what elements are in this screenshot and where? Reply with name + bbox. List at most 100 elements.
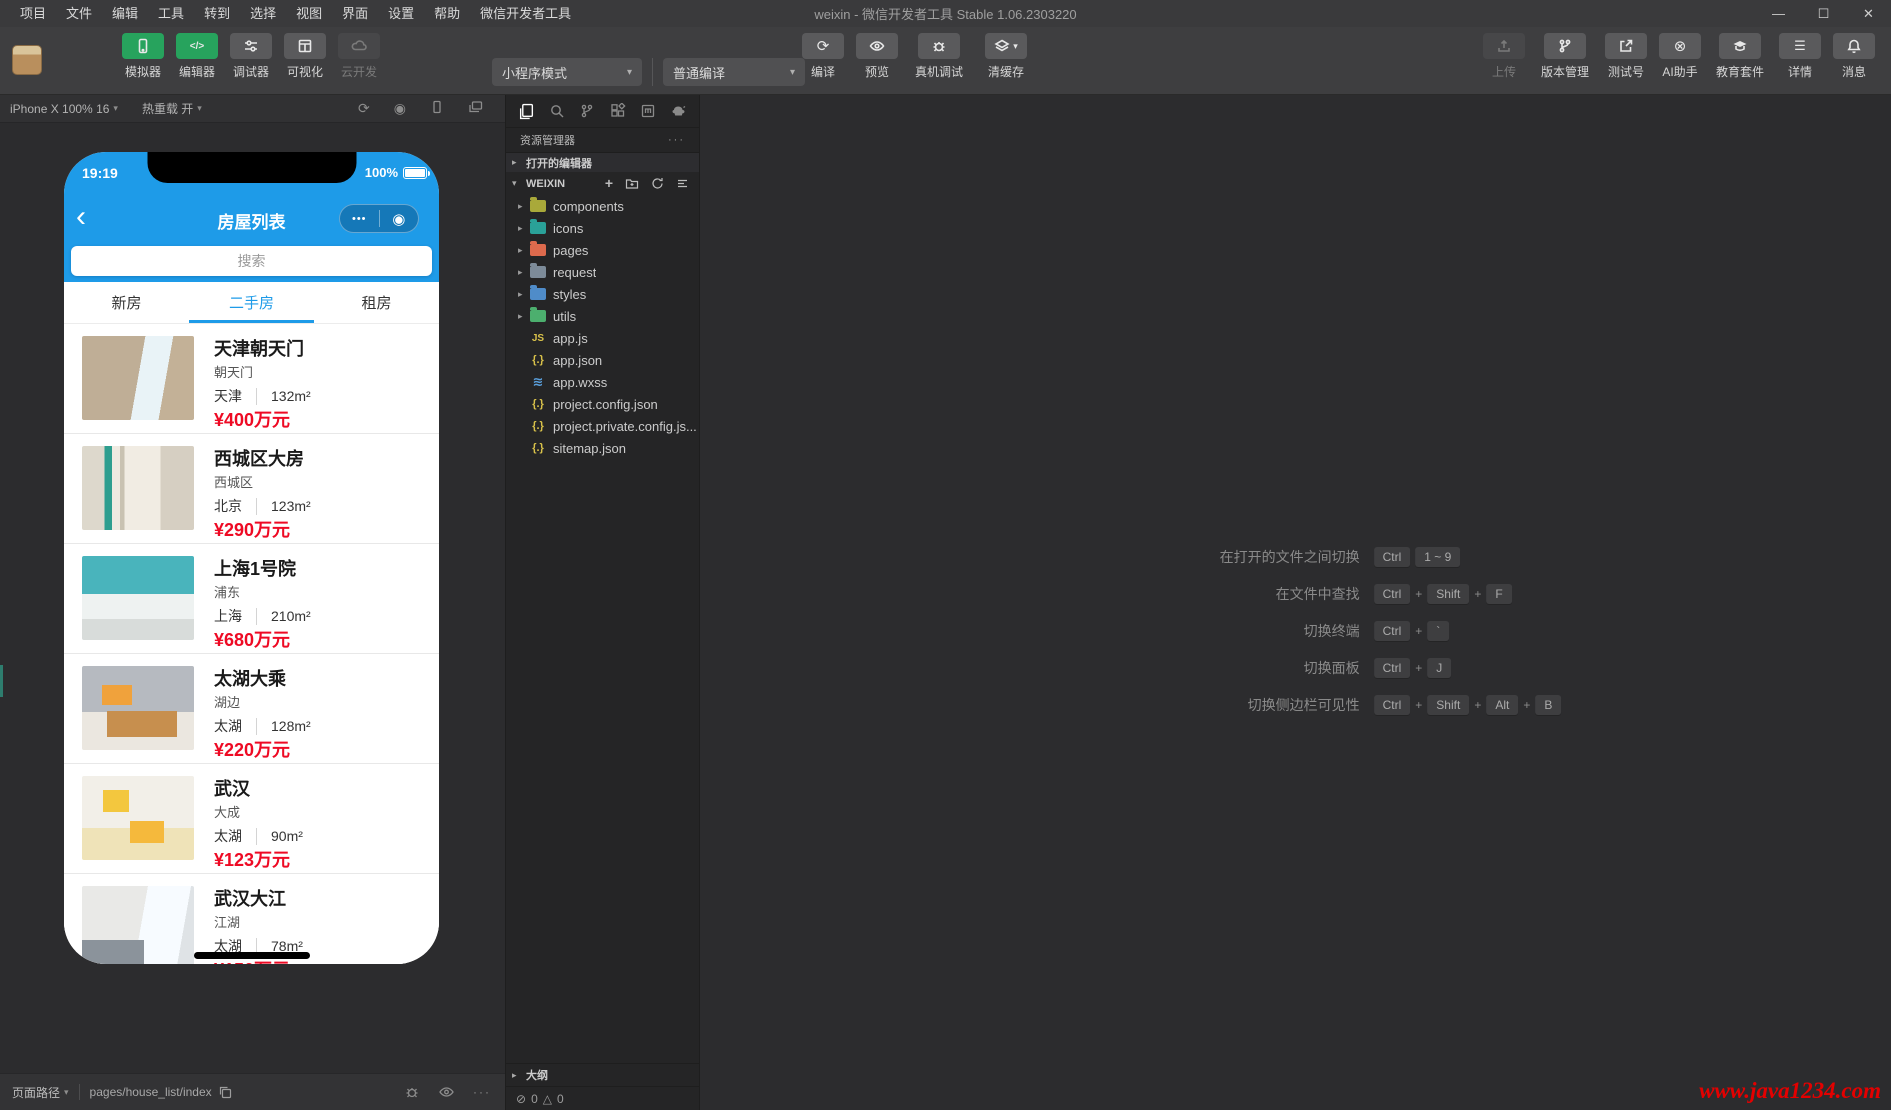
house-list-item[interactable]: 武汉大江 江湖 太湖78m² ¥150万元: [64, 874, 439, 964]
house-photo: [82, 666, 194, 750]
menu-file[interactable]: 文件: [56, 0, 102, 27]
house-list-item[interactable]: 武汉 大成 太湖90m² ¥123万元: [64, 764, 439, 874]
test-account-button[interactable]: [1605, 33, 1647, 59]
menu-view[interactable]: 视图: [286, 0, 332, 27]
preview-button[interactable]: [856, 33, 898, 59]
tree-folder-icons[interactable]: ▸icons: [506, 217, 699, 239]
error-count: 0: [531, 1092, 538, 1106]
maximize-button[interactable]: ☐: [1801, 0, 1846, 27]
hot-reload-toggle[interactable]: 热重载 开 ▾: [142, 100, 202, 117]
search-input[interactable]: 搜索: [71, 246, 432, 276]
menu-help[interactable]: 帮助: [424, 0, 470, 27]
source-control-icon[interactable]: [573, 98, 602, 124]
tree-folder-utils[interactable]: ▸utils: [506, 305, 699, 327]
vconsole-bug-icon[interactable]: [404, 1084, 420, 1100]
tree-file-project-private-config[interactable]: {.}project.private.config.js...: [506, 415, 699, 437]
close-button[interactable]: ✕: [1846, 0, 1891, 27]
extensions-icon[interactable]: [604, 98, 633, 124]
refresh-icon[interactable]: [651, 177, 664, 190]
copy-icon[interactable]: [219, 1086, 232, 1099]
education-suite-button[interactable]: [1719, 33, 1761, 59]
compile-button[interactable]: ⟳: [802, 33, 844, 59]
house-list-item[interactable]: 上海1号院 浦东 上海210m² ¥680万元: [64, 544, 439, 654]
house-list-item[interactable]: 西城区大房 西城区 北京123m² ¥290万元: [64, 434, 439, 544]
page-path-value: pages/house_list/index: [90, 1085, 212, 1099]
house-subtitle: 江湖: [214, 915, 303, 931]
multi-window-icon[interactable]: [468, 100, 483, 114]
explorer-more-icon[interactable]: ···: [668, 134, 685, 146]
messages-button[interactable]: [1833, 33, 1875, 59]
project-root-row[interactable]: ▾ WEIXIN +: [506, 172, 699, 195]
remote-debug-button[interactable]: [918, 33, 960, 59]
plus-separator: +: [1523, 698, 1530, 712]
more-icon[interactable]: ···: [473, 1085, 491, 1099]
tree-folder-styles[interactable]: ▸styles: [506, 283, 699, 305]
tree-file-app-js[interactable]: JSapp.js: [506, 327, 699, 349]
collapse-all-icon[interactable]: [676, 177, 689, 190]
rotate-device-icon[interactable]: ⟳: [358, 100, 370, 117]
exit-circle-icon[interactable]: ◉: [380, 210, 419, 228]
folder-icon: [530, 288, 546, 300]
cloud-dev-icon[interactable]: [665, 98, 694, 124]
tree-file-project-config[interactable]: {.}project.config.json: [506, 393, 699, 415]
outline-section[interactable]: ▸ 大纲: [506, 1064, 699, 1086]
house-price: ¥290万元: [214, 520, 311, 540]
ai-assistant-button[interactable]: ⊗: [1659, 33, 1701, 59]
menu-devtools[interactable]: 微信开发者工具: [470, 0, 581, 27]
new-file-icon[interactable]: +: [605, 177, 613, 190]
details-button[interactable]: ☰: [1779, 33, 1821, 59]
device-select[interactable]: iPhone X 100% 16 ▾: [10, 102, 118, 116]
debugger-toggle-button[interactable]: [230, 33, 272, 59]
menu-goto[interactable]: 转到: [194, 0, 240, 27]
house-list-item[interactable]: 天津朝天门 朝天门 天津132m² ¥400万元: [64, 324, 439, 434]
house-list-item[interactable]: 太湖大乘 湖边 太湖128m² ¥220万元: [64, 654, 439, 764]
house-price: ¥123万元: [214, 850, 303, 870]
tree-folder-request[interactable]: ▸request: [506, 261, 699, 283]
minimize-button[interactable]: —: [1756, 0, 1801, 27]
menu-edit[interactable]: 编辑: [102, 0, 148, 27]
npm-icon[interactable]: [634, 98, 663, 124]
tree-file-sitemap[interactable]: {.}sitemap.json: [506, 437, 699, 459]
tree-file-app-wxss[interactable]: ≋app.wxss: [506, 371, 699, 393]
visual-toggle-button[interactable]: [284, 33, 326, 59]
open-editors-section[interactable]: ▸ 打开的编辑器: [506, 152, 699, 172]
mode-select[interactable]: 小程序模式 ▾: [492, 58, 642, 86]
menu-project[interactable]: 项目: [10, 0, 56, 27]
record-icon[interactable]: ◉: [394, 100, 406, 117]
device-frame-icon[interactable]: [430, 100, 444, 114]
editor-toggle-button[interactable]: </>: [176, 33, 218, 59]
version-control-button[interactable]: [1544, 33, 1586, 59]
files-icon[interactable]: [512, 98, 541, 124]
debugger-toggle-label: 调试器: [233, 63, 269, 80]
main-toolbar: 模拟器 </> 编辑器 调试器 可视化: [0, 27, 1891, 95]
menu-tools[interactable]: 工具: [148, 0, 194, 27]
tab-new-house[interactable]: 新房: [64, 282, 189, 323]
tree-file-app-json[interactable]: {.}app.json: [506, 349, 699, 371]
tab-rent[interactable]: 租房: [314, 282, 439, 323]
more-menu-icon[interactable]: •••: [340, 213, 379, 225]
messages-label: 消息: [1842, 63, 1866, 80]
phone-notch: [147, 152, 356, 183]
user-avatar[interactable]: [12, 45, 42, 75]
house-subtitle: 浦东: [214, 585, 311, 601]
problems-status[interactable]: ⊘ 0 △ 0: [506, 1086, 699, 1110]
shortcut-label: 切换侧边栏可见性: [1030, 695, 1360, 715]
menu-interface[interactable]: 界面: [332, 0, 378, 27]
explorer-sidebar: 资源管理器 ··· ▸ 打开的编辑器 ▾ WEIXIN + ▸component…: [505, 95, 700, 1110]
clear-cache-button[interactable]: ▾: [985, 33, 1027, 59]
search-icon[interactable]: [543, 98, 572, 124]
page-path-select[interactable]: 页面路径 ▾: [12, 1084, 69, 1101]
new-folder-icon[interactable]: [625, 177, 639, 190]
tree-folder-pages[interactable]: ▸pages: [506, 239, 699, 261]
upload-button[interactable]: [1483, 33, 1525, 59]
eye-icon[interactable]: [438, 1084, 455, 1100]
layout-icon: [297, 38, 313, 54]
tab-second-hand[interactable]: 二手房: [189, 282, 314, 323]
menu-settings[interactable]: 设置: [378, 0, 424, 27]
json-file-icon: {.}: [530, 442, 546, 454]
menu-select[interactable]: 选择: [240, 0, 286, 27]
compile-mode-select[interactable]: 普通编译 ▾: [663, 58, 805, 86]
simulator-toggle-button[interactable]: [122, 33, 164, 59]
tree-folder-components[interactable]: ▸components: [506, 195, 699, 217]
cloud-dev-button[interactable]: [338, 33, 380, 59]
